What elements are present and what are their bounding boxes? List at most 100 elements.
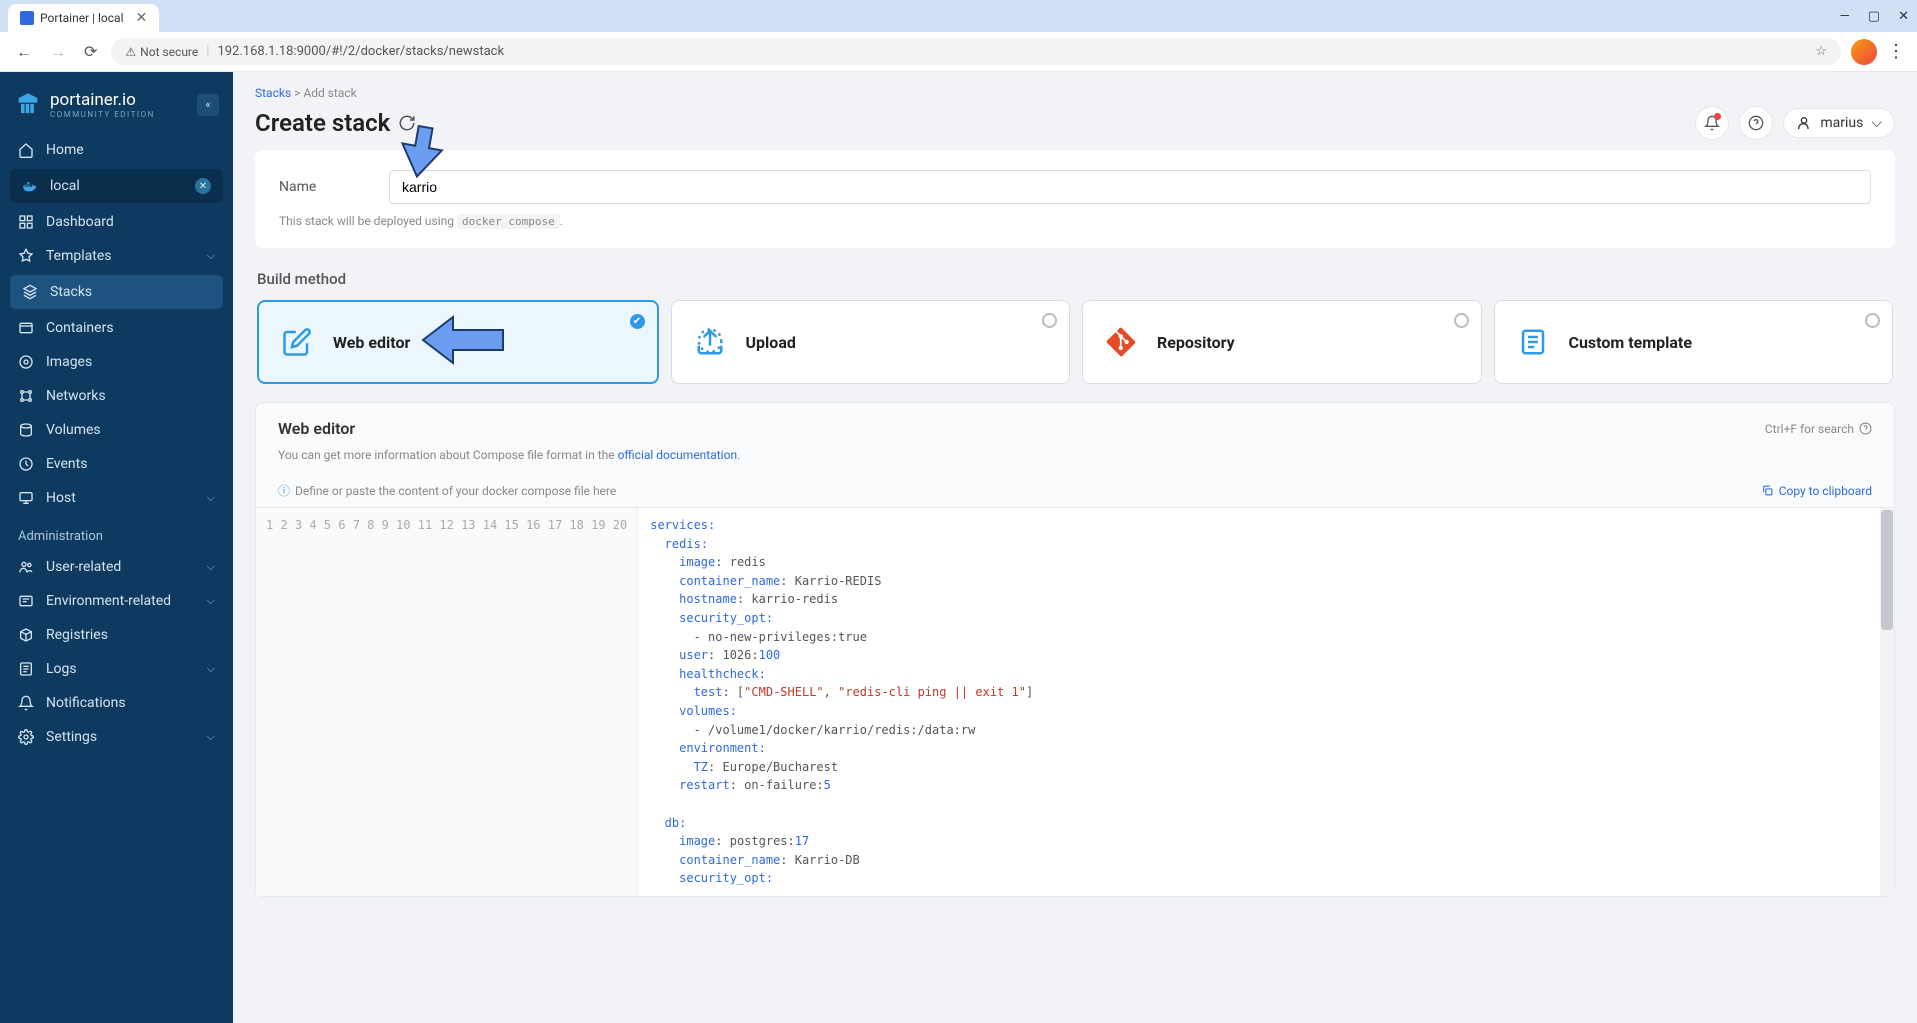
profile-avatar[interactable] (1851, 39, 1877, 65)
tab-title: Portainer | local (40, 11, 124, 25)
radio-indicator (1042, 313, 1057, 328)
bookmark-icon[interactable]: ☆ (1815, 44, 1827, 59)
sidebar-home[interactable]: Home (0, 133, 233, 167)
git-icon (1103, 324, 1139, 360)
help-button[interactable] (1739, 106, 1773, 140)
back-icon[interactable]: ← (12, 38, 36, 66)
method-upload[interactable]: Upload (671, 300, 1071, 384)
chevron-down-icon: ⌵ (207, 491, 215, 505)
maximize-icon[interactable]: ▢ (1868, 9, 1880, 24)
close-tab-icon[interactable]: ✕ (136, 10, 148, 26)
host-icon (18, 490, 34, 506)
code-content[interactable]: services: redis: image: redis container_… (638, 508, 1894, 896)
security-badge: ⚠ Not secure (125, 45, 198, 59)
sidebar-item-events[interactable]: Events (0, 447, 233, 481)
method-web-editor[interactable]: Web editor✔ (257, 300, 659, 384)
method-custom-template[interactable]: Custom template (1494, 300, 1894, 384)
docs-link[interactable]: official documentation (618, 448, 738, 462)
scrollbar-thumb[interactable] (1881, 510, 1893, 630)
sidebar-item-host[interactable]: Host⌵ (0, 481, 233, 515)
browser-tab[interactable]: Portainer | local ✕ (8, 4, 159, 32)
chevron-down-icon: ⌵ (207, 662, 215, 676)
radio-indicator: ✔ (630, 314, 645, 329)
line-gutter: 1 2 3 4 5 6 7 8 9 10 11 12 13 14 15 16 1… (256, 508, 638, 896)
chevron-down-icon: ⌵ (207, 594, 215, 608)
close-window-icon[interactable]: ✕ (1898, 9, 1909, 24)
sidebar-item-environment-related[interactable]: Environment-related⌵ (0, 584, 233, 618)
stack-name-input[interactable] (389, 170, 1871, 204)
sidebar-item-settings[interactable]: Settings⌵ (0, 720, 233, 754)
sidebar-item-stacks[interactable]: Stacks (10, 275, 223, 309)
dashboard-icon (18, 214, 34, 230)
help-icon (1748, 115, 1764, 131)
chevron-down-icon: ⌵ (207, 730, 215, 744)
reload-icon[interactable]: ⟳ (80, 38, 101, 65)
sidebar-item-containers[interactable]: Containers (0, 311, 233, 345)
settings-icon (18, 729, 34, 745)
home-icon (18, 142, 34, 158)
sidebar-item-networks[interactable]: Networks (0, 379, 233, 413)
build-method-label: Build method (257, 270, 1893, 288)
forward-icon[interactable]: → (46, 38, 70, 66)
collapse-sidebar-icon[interactable]: « (197, 94, 219, 116)
browser-toolbar: ← → ⟳ ⚠ Not secure | 192.168.1.18:9000/#… (0, 32, 1917, 72)
logs-icon (18, 661, 34, 677)
sidebar-item-logs[interactable]: Logs⌵ (0, 652, 233, 686)
sidebar-environment[interactable]: local ✕ (10, 169, 223, 203)
images-icon (18, 354, 34, 370)
sidebar-item-templates[interactable]: Templates⌵ (0, 239, 233, 273)
containers-icon (18, 320, 34, 336)
breadcrumb-root[interactable]: Stacks (255, 86, 291, 100)
breadcrumb: Stacks > Add stack (255, 86, 1895, 100)
sidebar-item-registries[interactable]: Registries (0, 618, 233, 652)
editor-search-hint: Ctrl+F for search (1765, 422, 1872, 436)
close-env-icon[interactable]: ✕ (195, 178, 211, 194)
browser-tab-bar: Portainer | local ✕ — ▢ ✕ (0, 0, 1917, 32)
upload-icon (692, 324, 728, 360)
url-bar[interactable]: ⚠ Not secure | 192.168.1.18:9000/#!/2/do… (111, 38, 1841, 65)
radio-indicator (1865, 313, 1880, 328)
stacks-icon (22, 284, 38, 300)
users-icon (18, 559, 34, 575)
sidebar-item-volumes[interactable]: Volumes (0, 413, 233, 447)
user-menu[interactable]: marius ⌵ (1783, 108, 1895, 138)
registries-icon (18, 627, 34, 643)
breadcrumb-current: Add stack (303, 86, 356, 100)
chevron-down-icon: ⌵ (207, 249, 215, 263)
chevron-down-icon: ⌵ (1871, 115, 1882, 131)
code-editor[interactable]: 1 2 3 4 5 6 7 8 9 10 11 12 13 14 15 16 1… (256, 507, 1894, 896)
sidebar-item-images[interactable]: Images (0, 345, 233, 379)
page-title: Create stack (255, 109, 416, 137)
copy-clipboard-button[interactable]: Copy to clipboard (1761, 484, 1872, 498)
sidebar-item-dashboard[interactable]: Dashboard (0, 205, 233, 239)
help-icon (1859, 422, 1872, 435)
editor-placeholder-hint: Define or paste the content of your dock… (295, 484, 616, 498)
sidebar-item-user-related[interactable]: User-related⌵ (0, 550, 233, 584)
warning-icon: ⚠ (125, 45, 136, 59)
edit-icon (279, 324, 315, 360)
url-text: 192.168.1.18:9000/#!/2/docker/stacks/new… (217, 44, 504, 59)
portainer-logo-icon (14, 91, 42, 119)
info-icon: ⓘ (278, 482, 290, 499)
sidebar-item-notifications[interactable]: Notifications (0, 686, 233, 720)
admin-section-label: Administration (0, 515, 233, 550)
name-label: Name (279, 179, 369, 195)
refresh-icon[interactable] (398, 114, 416, 132)
chevron-down-icon: ⌵ (207, 560, 215, 574)
browser-menu-icon[interactable]: ⋮ (1887, 41, 1905, 62)
env-icon (18, 593, 34, 609)
scrollbar-track[interactable] (1880, 508, 1894, 896)
minimize-icon[interactable]: — (1840, 9, 1850, 24)
events-icon (18, 456, 34, 472)
notifications-button[interactable] (1695, 106, 1729, 140)
sidebar: portainer.io COMMUNITY EDITION « Home lo… (0, 72, 233, 1023)
networks-icon (18, 388, 34, 404)
build-methods: Web editor✔UploadRepositoryCustom templa… (257, 300, 1893, 384)
method-repository[interactable]: Repository (1082, 300, 1482, 384)
copy-icon (1761, 484, 1774, 497)
name-card: Name This stack will be deployed using d… (255, 150, 1895, 248)
editor-description: You can get more information about Compo… (256, 448, 1894, 474)
editor-title: Web editor (278, 419, 355, 438)
web-editor-card: Web editor Ctrl+F for search You can get… (255, 402, 1895, 897)
notifications-icon (18, 695, 34, 711)
